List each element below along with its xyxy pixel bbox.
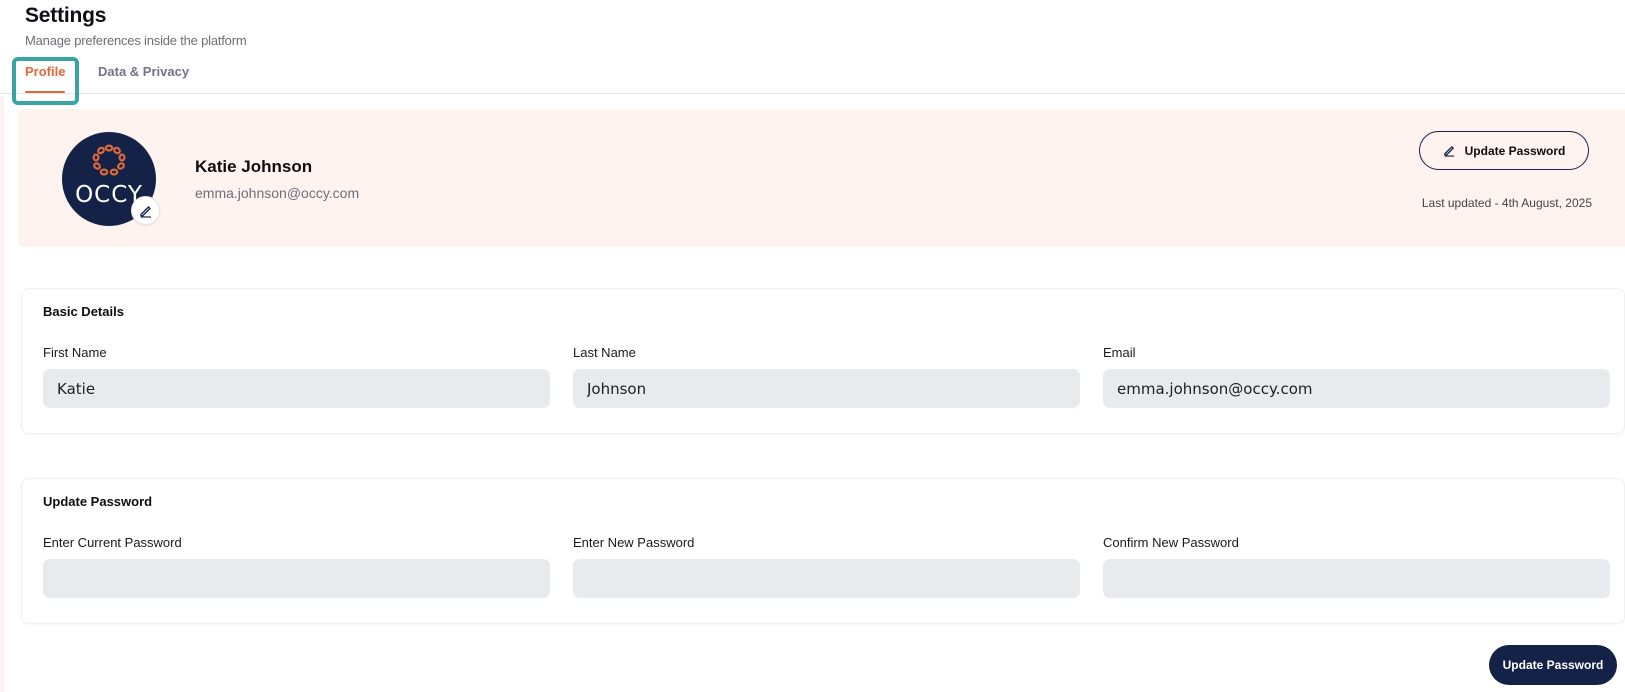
new-password-input[interactable] [573, 559, 1080, 598]
email-input[interactable] [1103, 369, 1610, 408]
tab-data-privacy[interactable]: Data & Privacy [98, 64, 189, 79]
settings-tabs: Profile Data & Privacy [0, 58, 1625, 94]
pencil-icon [139, 205, 151, 218]
left-edge-strip [0, 96, 4, 692]
confirm-password-input[interactable] [1103, 559, 1610, 598]
page-header: Settings Manage preferences inside the p… [25, 4, 247, 48]
new-password-field: Enter New Password [573, 535, 1080, 598]
first-name-field: First Name [43, 345, 550, 408]
last-name-field: Last Name [573, 345, 1080, 408]
active-tab-indicator [25, 91, 65, 93]
update-password-submit-button[interactable]: Update Password [1489, 645, 1617, 685]
first-name-label: First Name [43, 345, 107, 360]
profile-name: Katie Johnson [195, 157, 313, 176]
page-subtitle: Manage preferences inside the platform [25, 33, 247, 48]
page-title: Settings [25, 4, 107, 27]
last-updated-text: Last updated - 4th August, 2025 [1421, 196, 1592, 210]
last-name-label: Last Name [573, 345, 636, 360]
current-password-field: Enter Current Password [43, 535, 550, 598]
tab-profile-label: Profile [25, 64, 66, 79]
basic-details-title: Basic Details [43, 304, 124, 319]
profile-email: emma.johnson@occy.com [195, 185, 360, 201]
email-label: Email [1103, 345, 1136, 360]
last-name-input[interactable] [573, 369, 1080, 408]
update-password-title: Update Password [43, 494, 153, 509]
current-password-label: Enter Current Password [43, 535, 182, 550]
update-password-outline-button[interactable]: Update Password [1419, 131, 1589, 170]
update-password-section: Update Password Enter Current Password E… [21, 478, 1625, 624]
update-password-outline-label: Update Password [1464, 143, 1566, 158]
current-password-input[interactable] [43, 559, 550, 598]
new-password-label: Enter New Password [573, 535, 695, 550]
confirm-password-label: Confirm New Password [1103, 535, 1239, 550]
profile-card: OCCY Katie Johnson emma.johnson@occy.com… [18, 109, 1625, 247]
confirm-password-field: Confirm New Password [1103, 535, 1610, 598]
email-field: Email [1103, 345, 1610, 408]
basic-details-section: Basic Details First Name Last Name Email [21, 288, 1625, 434]
avatar-edit-button[interactable] [131, 196, 160, 225]
chain-ring-logo-icon [92, 144, 126, 176]
pencil-icon [1443, 146, 1454, 157]
tab-profile[interactable]: Profile [25, 64, 66, 93]
first-name-input[interactable] [43, 369, 550, 408]
